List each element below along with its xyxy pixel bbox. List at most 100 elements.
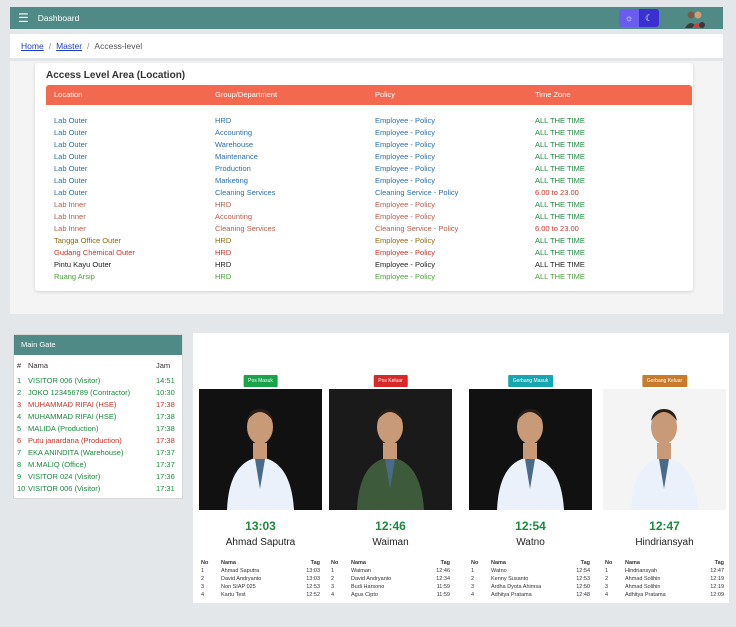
- gate-log-header: No Nama Tag: [603, 559, 726, 567]
- row-number: 4: [17, 412, 22, 421]
- gate-log-cell: 13:03: [306, 576, 320, 582]
- cell-group: Production: [215, 164, 251, 173]
- column-header-name: Nama: [28, 361, 49, 370]
- table-row[interactable]: Lab Inner Cleaning Services Cleaning Servi…: [46, 223, 692, 235]
- gate-log-cell: 4: [605, 592, 609, 598]
- cell-location: Lab Outer: [54, 164, 88, 173]
- list-item[interactable]: 3 MUHAMMAD RIFAI (HSE) 17:38: [14, 399, 182, 411]
- gate-log-row[interactable]: 2 David Andryanto 12:34: [329, 575, 452, 583]
- gate-log-row[interactable]: 2 David Andryanto 13:03: [199, 575, 322, 583]
- gate-log-cell: 12:34: [436, 576, 450, 582]
- gate-log-header: No Nama Tag: [329, 559, 452, 567]
- gate-log-column-header: No: [471, 560, 479, 566]
- gate-log-row[interactable]: 1 Waiman 12:46: [329, 567, 452, 575]
- cell-group: HRD: [215, 260, 232, 269]
- avatar[interactable]: [684, 10, 706, 28]
- gate-log-cell: Ahmad Saputra: [221, 568, 260, 574]
- gate-log-header: No Nama Tag: [199, 559, 322, 567]
- list-item[interactable]: 2 JOKO 123456789 (Contractor) 10:30: [14, 387, 182, 399]
- gate-badge: Pos Masuk: [243, 375, 278, 387]
- tap-time: 13:03: [245, 519, 276, 533]
- column-header-policy[interactable]: Policy: [375, 85, 395, 105]
- gate-log-row[interactable]: 2 Kenny Susanto 12:53: [469, 575, 592, 583]
- cell-time-zone: ALL THE TIME: [535, 260, 585, 269]
- gate-badge: Gerbang Keluar: [641, 375, 688, 387]
- gate-log-cell: 13:03: [306, 568, 320, 574]
- gate-log-row[interactable]: 3 Budi Harsono 11:59: [329, 583, 452, 591]
- table-row[interactable]: Tangga Office Outer HRD Employee - Policy A…: [46, 235, 692, 247]
- cell-time-zone: ALL THE TIME: [535, 176, 585, 185]
- gate-log-row[interactable]: 4 Kartu Test 12:52: [199, 591, 322, 599]
- row-number: 3: [17, 400, 22, 409]
- gate-log-row[interactable]: 1 Hindriansyah 12:47: [603, 567, 726, 575]
- gate-cards-panel: Pos Masuk 13:03 Ahmad Saputra No Nama Tag 1 Ahm…: [193, 333, 729, 603]
- person-name: Hindriansyah: [635, 537, 694, 548]
- list-item[interactable]: 6 Putu janardana (Production) 17:38: [14, 435, 182, 447]
- table-row[interactable]: Lab Outer Warehouse Employee - Policy ALL T…: [46, 139, 692, 151]
- gate-log-row[interactable]: 4 Agus Cipto 11:59: [329, 591, 452, 599]
- table-row[interactable]: Lab Inner HRD Employee - Policy ALL THE TIM…: [46, 199, 692, 211]
- gate-log-row[interactable]: 4 Adhitya Pratama 12:09: [603, 591, 726, 599]
- gate-log-row[interactable]: 1 Ahmad Saputra 13:03: [199, 567, 322, 575]
- row-number: 6: [17, 436, 22, 445]
- list-item[interactable]: 5 MALIDA (Production) 17:38: [14, 423, 182, 435]
- gate-log-cell: 12:46: [436, 568, 450, 574]
- cell-time-zone: ALL THE TIME: [535, 140, 585, 149]
- gate-log-row[interactable]: 3 Non SIAP 025 12:53: [199, 583, 322, 591]
- row-time: 17:38: [156, 400, 175, 409]
- gate-log-cell: 1: [605, 568, 609, 574]
- cell-group: Cleaning Services: [215, 188, 276, 197]
- gate-log-column-header: Tag: [310, 560, 320, 566]
- table-row[interactable]: Lab Outer Maintenance Employee - Policy ALL…: [46, 151, 692, 163]
- table-row[interactable]: Lab Inner Accounting Employee - Policy ALL …: [46, 211, 692, 223]
- cell-policy: Employee - Policy: [375, 140, 436, 149]
- row-time: 14:51: [156, 376, 175, 385]
- list-item[interactable]: 10 VISITOR 006 (Visitor) 17:31: [14, 483, 182, 495]
- gate-log-row[interactable]: 3 Ardha Dyota Ahimsa 12:50: [469, 583, 592, 591]
- cell-time-zone: ALL THE TIME: [535, 248, 585, 257]
- gate-log-row[interactable]: 4 Adhitya Pratama 12:48: [469, 591, 592, 599]
- gate-log-column-header: Tag: [580, 560, 590, 566]
- gate-log-cell: Adhitya Pratama: [491, 592, 532, 598]
- table-row[interactable]: Pintu Kayu Outer HRD Employee - Policy ALL …: [46, 259, 692, 271]
- table-row[interactable]: Ruang Arsip HRD Employee - Policy ALL THE T…: [46, 271, 692, 283]
- list-item[interactable]: 9 VISITOR 024 (Visitor) 17:36: [14, 471, 182, 483]
- table-row[interactable]: Lab Outer Production Employee - Policy ALL …: [46, 163, 692, 175]
- gate-log-cell: 12:53: [306, 584, 320, 590]
- cell-policy: Employee - Policy: [375, 236, 436, 245]
- gate-log-cell: 3: [471, 584, 475, 590]
- list-item[interactable]: 8 M.MALIQ (Office) 17:37: [14, 459, 182, 471]
- row-name: JOKO 123456789 (Contractor): [28, 388, 131, 397]
- row-name: VISITOR 006 (Visitor): [28, 484, 101, 493]
- row-name: VISITOR 006 (Visitor): [28, 376, 101, 385]
- table-row[interactable]: Lab Outer HRD Employee - Policy ALL THE TIM…: [46, 115, 692, 127]
- cell-policy: Employee - Policy: [375, 200, 436, 209]
- gate-log-row[interactable]: 3 Ahmad Solihin 12:19: [603, 583, 726, 591]
- sun-icon[interactable]: ☼: [619, 9, 639, 27]
- breadcrumb-home[interactable]: Home: [21, 41, 44, 51]
- table-row[interactable]: Lab Outer Accounting Employee - Policy ALL …: [46, 127, 692, 139]
- gate-log-row[interactable]: 1 Watno 12:54: [469, 567, 592, 575]
- breadcrumb-master[interactable]: Master: [56, 41, 82, 51]
- column-header-location[interactable]: Location: [54, 85, 82, 105]
- cell-policy: Employee - Policy: [375, 260, 436, 269]
- list-item[interactable]: 4 MUHAMMAD RIFAI (HSE) 17:38: [14, 411, 182, 423]
- list-item[interactable]: 1 VISITOR 006 (Visitor) 14:51: [14, 375, 182, 387]
- person-photo: [603, 389, 726, 510]
- gate-log-row[interactable]: 2 Ahmad Solihin 12:19: [603, 575, 726, 583]
- row-time: 17:38: [156, 436, 175, 445]
- cell-policy: Employee - Policy: [375, 212, 436, 221]
- theme-toggle[interactable]: ☼ ☾: [619, 9, 659, 27]
- column-header-time-zone[interactable]: Time Zone: [535, 85, 571, 105]
- page-title: Dashboard: [37, 13, 80, 23]
- moon-icon[interactable]: ☾: [639, 9, 659, 27]
- column-header-group[interactable]: Group/Department: [215, 85, 277, 105]
- menu-icon[interactable]: ☰: [18, 11, 29, 25]
- cell-group: Marketing: [215, 176, 248, 185]
- list-item[interactable]: 7 EKA ANINDITA (Warehouse) 17:37: [14, 447, 182, 459]
- gate-log-cell: 4: [471, 592, 475, 598]
- table-row[interactable]: Lab Outer Cleaning Services Cleaning Servi…: [46, 187, 692, 199]
- gate-log-cell: Ahmad Solihin: [625, 584, 661, 590]
- table-row[interactable]: Lab Outer Marketing Employee - Policy ALL T…: [46, 175, 692, 187]
- table-row[interactable]: Gudang Chemical Outer HRD Employee - Polic…: [46, 247, 692, 259]
